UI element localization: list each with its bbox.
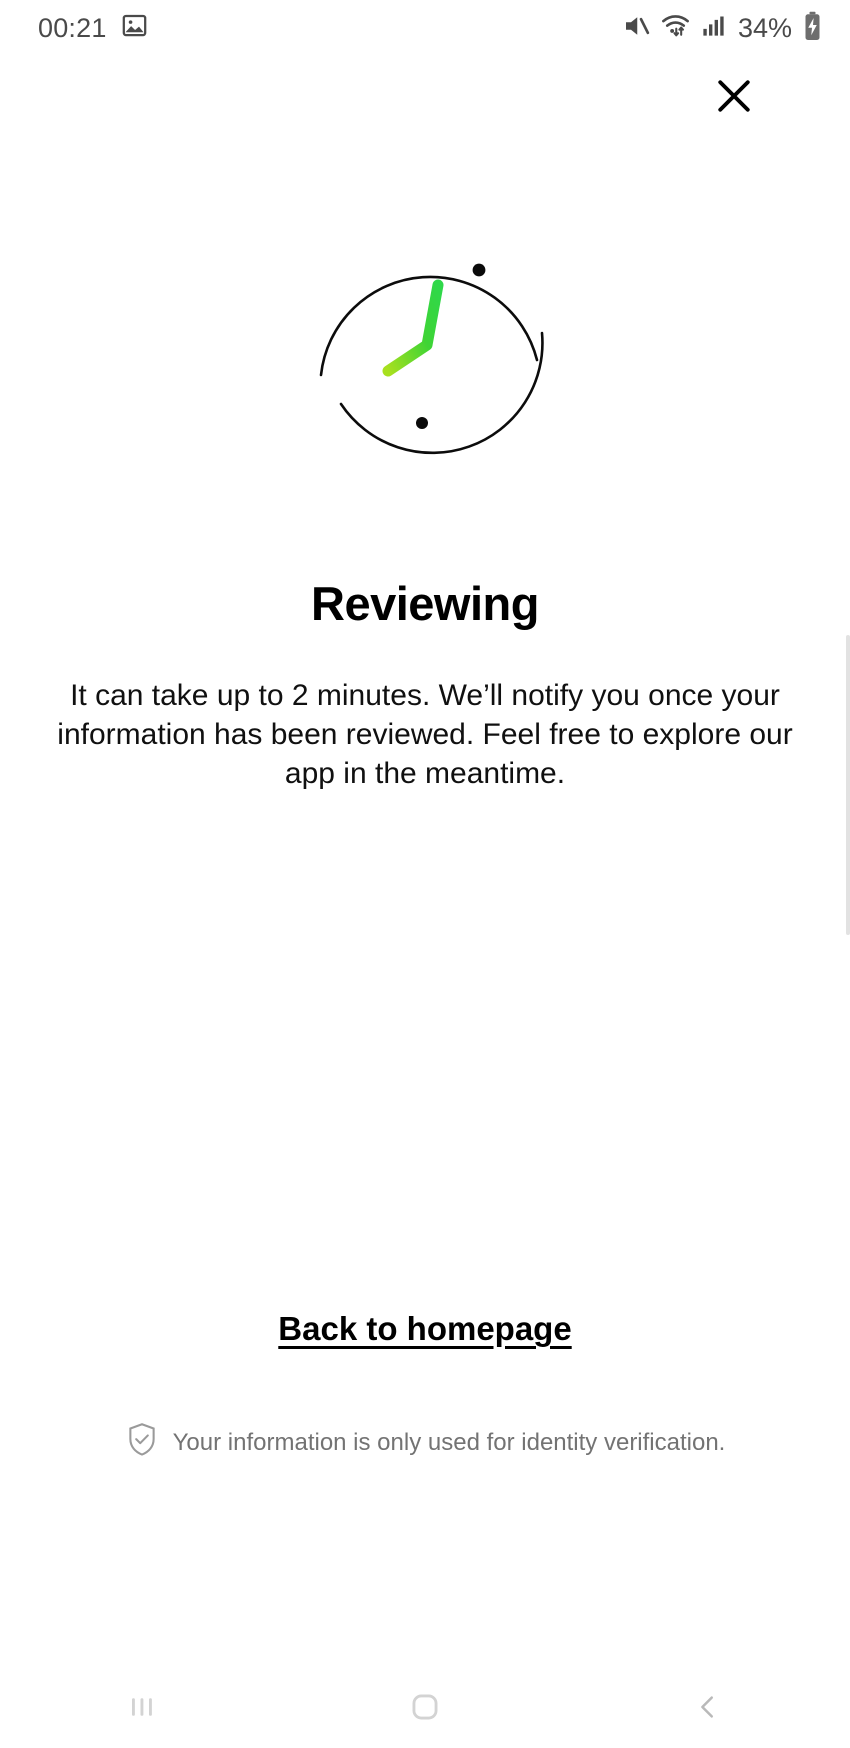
back-button[interactable]: [648, 1684, 768, 1734]
clock-loader-svg: [319, 263, 544, 455]
clock-dot-lower: [416, 417, 428, 429]
privacy-note: Your information is only used for identi…: [0, 1422, 850, 1463]
app-screen: 00:21 34% Reviewing It can take up to 2 …: [0, 0, 850, 1748]
wifi-icon: [660, 10, 691, 46]
back-to-homepage-link-wrapper: Back to homepage: [0, 1310, 850, 1348]
back-icon: [693, 1692, 723, 1727]
status-bar: 00:21 34%: [0, 0, 850, 56]
status-bar-left: 00:21: [38, 12, 148, 44]
volume-muted-icon: [621, 11, 651, 46]
page-description: It can take up to 2 minutes. We’ll notif…: [57, 679, 793, 790]
shield-check-icon: [125, 1422, 159, 1463]
status-bar-right: 34%: [621, 10, 824, 46]
back-to-homepage-link[interactable]: Back to homepage: [278, 1310, 571, 1347]
clock-ring-arc-bottom: [339, 331, 544, 455]
privacy-note-text: Your information is only used for identi…: [172, 1428, 726, 1456]
clock-loader-illustration: [0, 185, 850, 485]
image-icon: [121, 12, 148, 44]
android-navigation-bar: [0, 1670, 850, 1748]
cellular-signal-icon: [700, 12, 727, 44]
clock-hands: [382, 279, 444, 377]
recents-button[interactable]: [82, 1684, 202, 1734]
home-button[interactable]: [365, 1684, 485, 1734]
recents-icon: [127, 1692, 157, 1727]
close-button[interactable]: [708, 72, 760, 124]
page-title: Reviewing: [311, 577, 539, 630]
clock-dot-upper: [472, 263, 486, 277]
close-icon: [712, 74, 756, 123]
scrollbar[interactable]: [846, 635, 850, 935]
home-icon: [408, 1690, 442, 1729]
battery-charging-icon: [801, 11, 824, 46]
status-bar-clock: 00:21: [38, 12, 107, 43]
battery-percentage: 34%: [737, 12, 792, 43]
